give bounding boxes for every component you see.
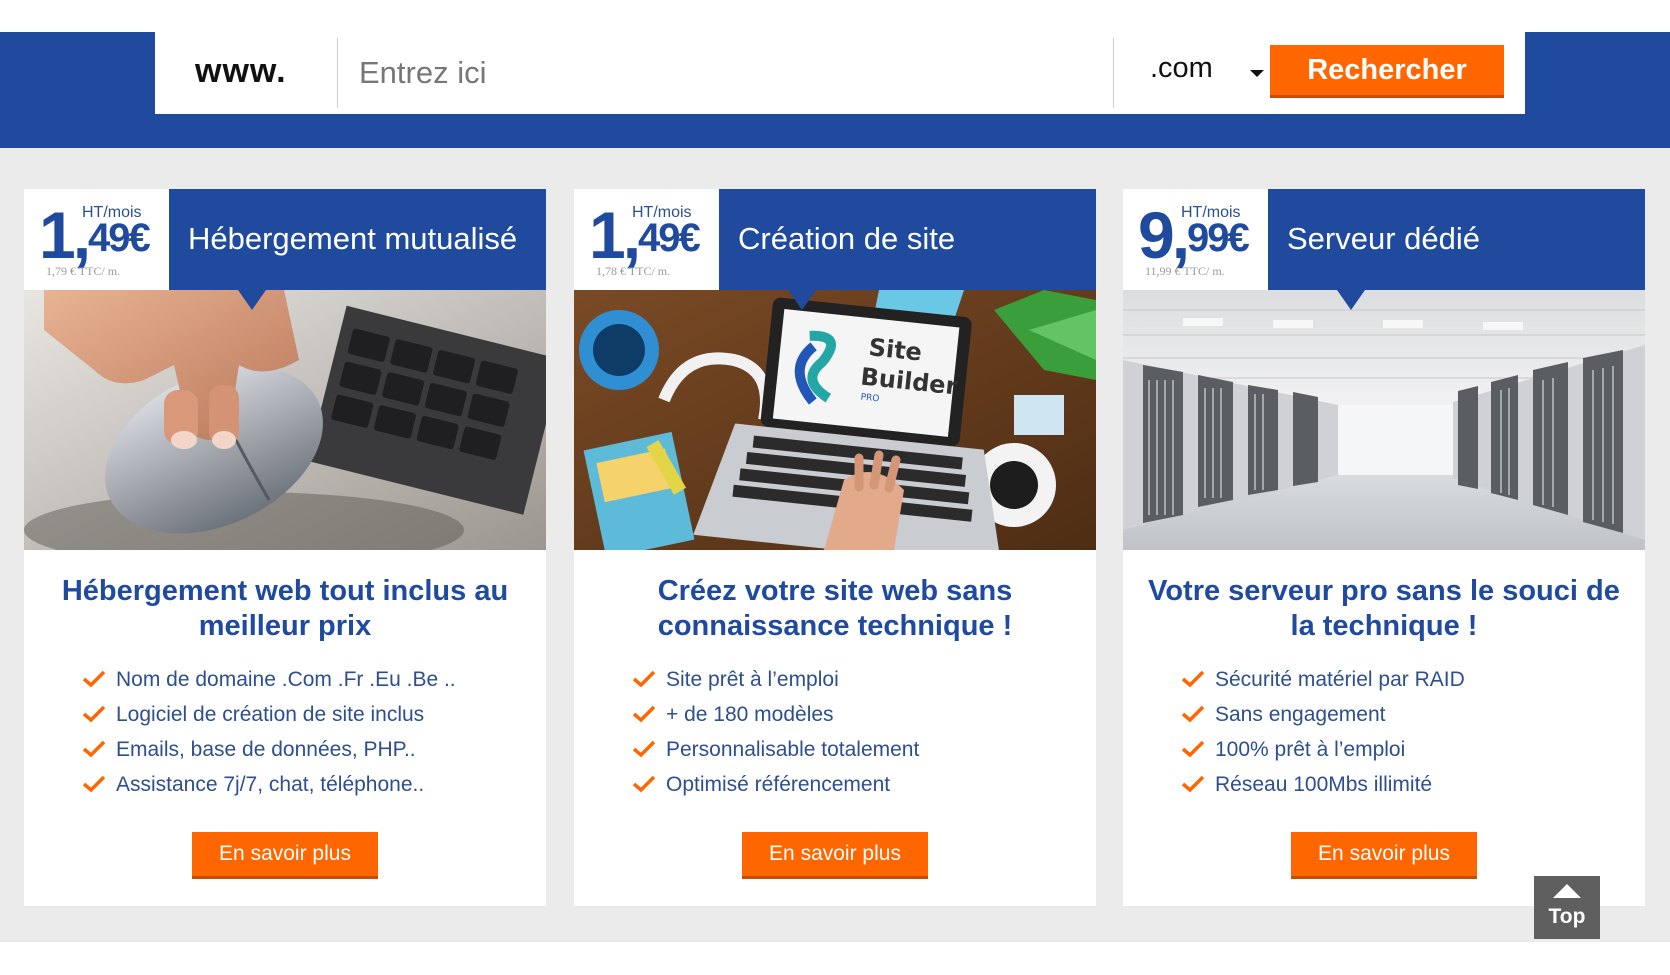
feature-item: Site prêt à l’emploi bbox=[632, 667, 919, 702]
site-builder-logo-word-1: Site bbox=[867, 333, 923, 366]
checkmark-icon bbox=[82, 705, 106, 723]
feature-text: Personnalisable totalement bbox=[666, 738, 920, 761]
feature-text: Sécurité matériel par RAID bbox=[1215, 668, 1465, 691]
offer-card-website-creation: 1, HT/mois 49€ 1,78 € TTC/ m. Création d… bbox=[574, 189, 1096, 906]
checkmark-icon bbox=[632, 740, 656, 758]
back-to-top-label: Top bbox=[1548, 905, 1586, 928]
site-builder-logo-word-3: PRO bbox=[860, 393, 880, 405]
laptop-site-builder-photo: Site Builder PRO bbox=[574, 290, 1096, 550]
pointer-triangle bbox=[238, 290, 266, 310]
feature-text: + de 180 modèles bbox=[666, 703, 834, 726]
mouse-keyboard-photo bbox=[24, 290, 546, 550]
feature-text: Assistance 7j/7, chat, téléphone.. bbox=[116, 773, 425, 796]
feature-item: Logiciel de création de site inclus bbox=[82, 702, 456, 737]
search-button[interactable]: Rechercher bbox=[1270, 45, 1504, 98]
feature-item: Réseau 100Mbs illimité bbox=[1181, 772, 1465, 807]
feature-item: Sécurité matériel par RAID bbox=[1181, 667, 1465, 702]
price-main: 1, bbox=[39, 198, 91, 272]
price-tag: 9, HT/mois 99€ 11,99 € TTC/ m. bbox=[1123, 189, 1268, 290]
checkmark-icon bbox=[1181, 670, 1205, 688]
checkmark-icon bbox=[82, 775, 106, 793]
learn-more-button[interactable]: En savoir plus bbox=[742, 832, 928, 879]
server-room-photo bbox=[1123, 290, 1645, 550]
caret-down-icon bbox=[1250, 70, 1264, 77]
checkmark-icon bbox=[632, 670, 656, 688]
feature-item: Assistance 7j/7, chat, téléphone.. bbox=[82, 772, 456, 807]
feature-item: Sans engagement bbox=[1181, 702, 1465, 737]
domain-search-box: www. .com Rechercher bbox=[155, 32, 1525, 114]
offer-card-shared-hosting: 1, HT/mois 49€ 1,79 € TTC/ m. Hébergemen… bbox=[24, 189, 546, 906]
learn-more-button[interactable]: En savoir plus bbox=[1291, 832, 1477, 879]
checkmark-icon bbox=[82, 740, 106, 758]
offers-section: 1, HT/mois 49€ 1,79 € TTC/ m. Hébergemen… bbox=[0, 148, 1670, 942]
feature-list: Site prêt à l’emploi + de 180 modèles Pe… bbox=[632, 667, 919, 807]
card-headline: Créez votre site web sans connaissance t… bbox=[657, 575, 1013, 642]
pointer-triangle bbox=[788, 290, 816, 310]
domain-search-input[interactable] bbox=[349, 42, 1239, 104]
card-title-bar: Création de site bbox=[719, 189, 1096, 290]
feature-text: Emails, base de données, PHP.. bbox=[116, 738, 416, 761]
price-cents: 49€ bbox=[88, 216, 151, 260]
divider bbox=[337, 38, 338, 108]
www-prefix: www. bbox=[195, 52, 287, 90]
checkmark-icon bbox=[632, 775, 656, 793]
feature-item: Optimisé référencement bbox=[632, 772, 919, 807]
checkmark-icon bbox=[1181, 775, 1205, 793]
price-ttc: 1,78 € TTC/ m. bbox=[596, 264, 671, 278]
card-headline: Votre serveur pro sans le souci de la te… bbox=[1148, 575, 1620, 642]
back-to-top-button[interactable]: Top bbox=[1534, 876, 1600, 939]
offer-card-dedicated-server: 9, HT/mois 99€ 11,99 € TTC/ m. Serveur d… bbox=[1123, 189, 1645, 906]
price-cents: 99€ bbox=[1187, 216, 1250, 260]
checkmark-icon bbox=[82, 670, 106, 688]
feature-item: Nom de domaine .Com .Fr .Eu .Be .. bbox=[82, 667, 456, 702]
tld-selected-value: .com bbox=[1150, 52, 1213, 84]
checkmark-icon bbox=[632, 705, 656, 723]
card-title: Hébergement mutualisé bbox=[188, 221, 518, 256]
tld-select[interactable]: .com bbox=[1150, 46, 1270, 96]
domain-search-band: www. .com Rechercher bbox=[0, 32, 1670, 148]
price-tag: 1, HT/mois 49€ 1,78 € TTC/ m. bbox=[574, 189, 719, 290]
feature-text: Logiciel de création de site inclus bbox=[116, 703, 425, 726]
feature-item: Personnalisable totalement bbox=[632, 737, 919, 772]
feature-list: Nom de domaine .Com .Fr .Eu .Be .. Logic… bbox=[82, 667, 456, 807]
feature-text: 100% prêt à l’emploi bbox=[1215, 738, 1406, 761]
price-cents: 49€ bbox=[638, 216, 701, 260]
divider bbox=[1113, 38, 1114, 108]
checkmark-icon bbox=[1181, 740, 1205, 758]
card-headline: Hébergement web tout inclus au meilleur … bbox=[61, 575, 509, 642]
feature-text: Réseau 100Mbs illimité bbox=[1215, 773, 1433, 796]
feature-text: Nom de domaine .Com .Fr .Eu .Be .. bbox=[116, 668, 456, 691]
card-title-bar: Serveur dédié bbox=[1268, 189, 1645, 290]
card-title: Création de site bbox=[738, 221, 956, 256]
checkmark-icon bbox=[1181, 705, 1205, 723]
feature-list: Sécurité matériel par RAID Sans engageme… bbox=[1181, 667, 1465, 807]
feature-item: 100% prêt à l’emploi bbox=[1181, 737, 1465, 772]
price-main: 1, bbox=[589, 198, 641, 272]
price-ttc: 1,79 € TTC/ m. bbox=[46, 264, 121, 278]
feature-item: Emails, base de données, PHP.. bbox=[82, 737, 456, 772]
card-title: Serveur dédié bbox=[1287, 221, 1481, 256]
price-ttc: 11,99 € TTC/ m. bbox=[1145, 264, 1225, 278]
feature-text: Sans engagement bbox=[1215, 703, 1386, 726]
feature-item: + de 180 modèles bbox=[632, 702, 919, 737]
pointer-triangle bbox=[1337, 290, 1365, 310]
learn-more-button[interactable]: En savoir plus bbox=[192, 832, 378, 879]
feature-text: Optimisé référencement bbox=[666, 773, 891, 796]
arrow-up-icon bbox=[1553, 884, 1581, 898]
price-tag: 1, HT/mois 49€ 1,79 € TTC/ m. bbox=[24, 189, 169, 290]
feature-text: Site prêt à l’emploi bbox=[666, 668, 839, 691]
card-title-bar: Hébergement mutualisé bbox=[169, 189, 546, 290]
price-main: 9, bbox=[1138, 198, 1190, 272]
